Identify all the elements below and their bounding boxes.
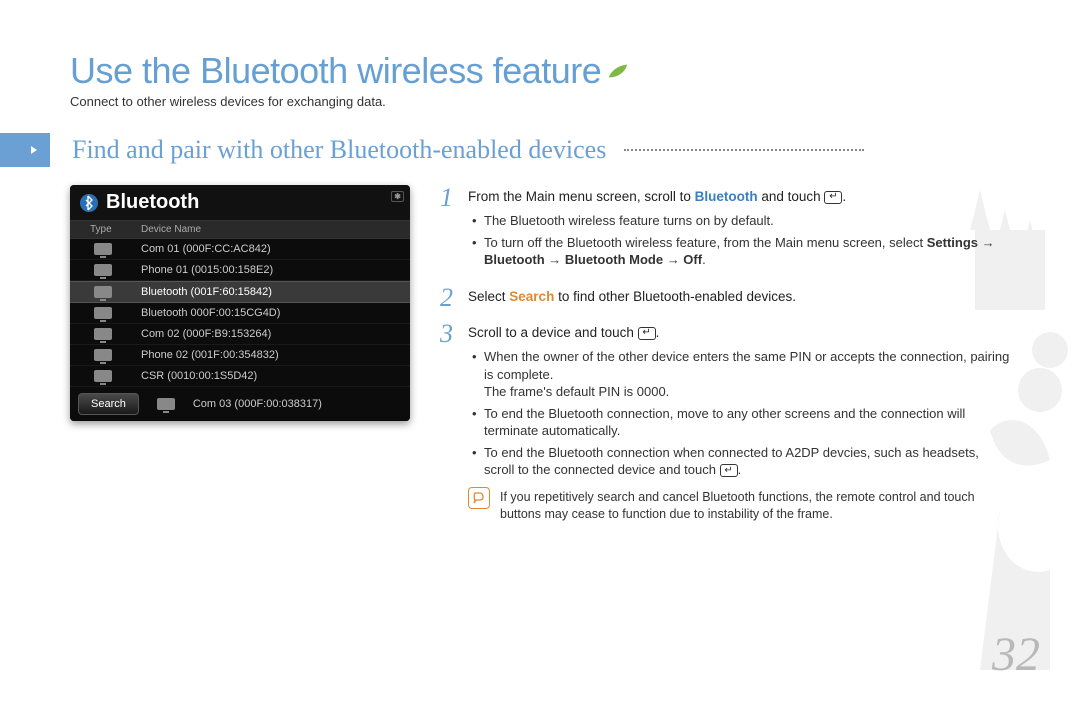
enter-icon: ↵ <box>720 464 738 477</box>
list-item[interactable]: Phone 02 (001F:00:354832) <box>70 345 410 366</box>
col-type: Type <box>70 224 135 235</box>
device-icon <box>94 328 112 340</box>
search-button[interactable]: Search <box>78 393 139 415</box>
step-number: 2 <box>440 285 458 311</box>
title-text: Use the Bluetooth wireless feature <box>70 50 601 92</box>
list-item[interactable]: Com 01 (000F:CC:AC842) <box>70 239 410 260</box>
step-3: 3 Scroll to a device and touch ↵. When t… <box>440 321 1010 523</box>
bullet: When the owner of the other device enter… <box>472 348 1010 401</box>
kw-bluetooth: Bluetooth <box>695 189 758 204</box>
step-1-bullets: The Bluetooth wireless feature turns on … <box>472 212 1010 269</box>
list-item[interactable]: Bluetooth 000F:00:15CG4D) <box>70 303 410 324</box>
kw-search: Search <box>509 289 554 304</box>
device-icon <box>94 243 112 255</box>
device-icon <box>94 370 112 382</box>
step-1: 1 From the Main menu screen, scroll to B… <box>440 185 1010 275</box>
section-title: Find and pair with other Bluetooth-enabl… <box>72 135 606 165</box>
list-item[interactable]: Com 02 (000F:B9:153264) <box>70 324 410 345</box>
list-item[interactable]: CSR (0010:00:1S5D42) <box>70 366 410 387</box>
page-number: 32 <box>992 627 1040 682</box>
screenshot-header: Bluetooth ✱ <box>70 185 410 220</box>
screenshot-table-header: Type Device Name <box>70 220 410 239</box>
section-header: Find and pair with other Bluetooth-enabl… <box>70 133 1010 167</box>
step-number: 3 <box>440 321 458 523</box>
bullet: The Bluetooth wireless feature turns on … <box>472 212 1010 230</box>
bullet: To turn off the Bluetooth wireless featu… <box>472 234 1010 269</box>
step-number: 1 <box>440 185 458 275</box>
bluetooth-screenshot: Bluetooth ✱ Type Device Name Com 01 (000… <box>70 185 410 421</box>
bullet: To end the Bluetooth connection when con… <box>472 444 1010 479</box>
list-item[interactable]: Phone 01 (0015:00:158E2) <box>70 260 410 281</box>
section-dots <box>624 149 864 151</box>
device-icon <box>94 307 112 319</box>
bt-status-icon: ✱ <box>391 191 404 202</box>
instructions: 1 From the Main menu screen, scroll to B… <box>440 185 1010 533</box>
section-arrow-icon <box>0 133 50 167</box>
device-icon <box>157 398 175 410</box>
note-text: If you repetitively search and cancel Bl… <box>500 487 1010 523</box>
footer-extra-device: Com 03 (000F:00:038317) <box>187 398 322 410</box>
device-icon <box>94 264 112 276</box>
page-subtitle: Connect to other wireless devices for ex… <box>70 94 1010 109</box>
screenshot-footer: Search Com 03 (000F:00:038317) <box>70 387 410 421</box>
enter-icon: ↵ <box>824 191 842 204</box>
enter-icon: ↵ <box>638 327 656 340</box>
screenshot-title: Bluetooth <box>106 191 199 214</box>
list-item[interactable]: Bluetooth (001F:60:15842) <box>70 281 410 303</box>
device-icon <box>94 286 112 298</box>
device-icon <box>94 349 112 361</box>
step-2: 2 Select Search to find other Bluetooth-… <box>440 285 1010 311</box>
device-list: Com 01 (000F:CC:AC842) Phone 01 (0015:00… <box>70 239 410 387</box>
bullet: To end the Bluetooth connection, move to… <box>472 405 1010 440</box>
step-3-bullets: When the owner of the other device enter… <box>472 348 1010 479</box>
note: If you repetitively search and cancel Bl… <box>468 487 1010 523</box>
leaf-icon <box>607 62 629 80</box>
bluetooth-icon <box>78 192 100 214</box>
page-title: Use the Bluetooth wireless feature <box>70 50 1010 92</box>
col-name: Device Name <box>135 224 410 235</box>
note-icon <box>468 487 490 509</box>
